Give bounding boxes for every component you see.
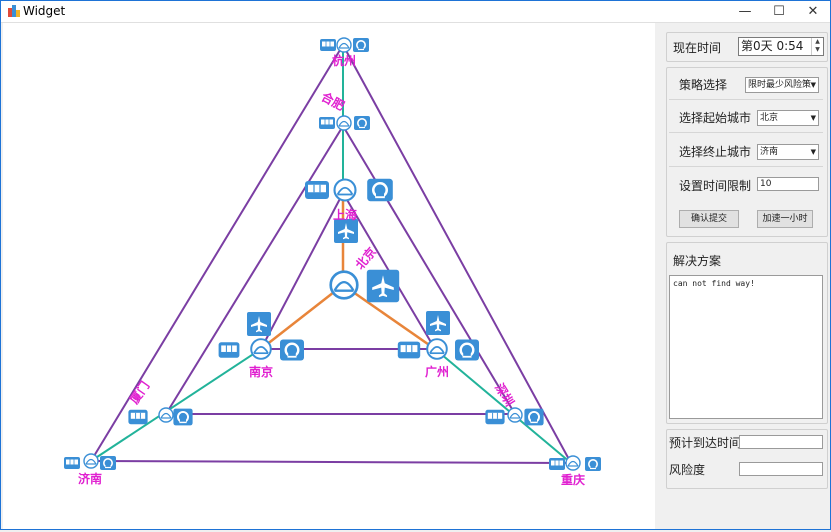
train-icon [523,407,545,427]
city-node-hefei[interactable]: 合肥 [318,89,371,131]
start-city-label: 选择起始城市 [679,111,752,125]
bus-icon [397,341,421,359]
confirm-button[interactable]: 确认提交 [679,210,739,228]
eta-field[interactable] [739,435,823,449]
city-node-hangzhou[interactable]: 杭州 [319,37,370,68]
plane-icon [426,311,450,335]
city-label-shanghai: 上海 [333,207,357,222]
city-label-chongqing: 重庆 [561,472,585,487]
close-button[interactable]: ✕ [796,1,830,22]
city-node-beijing[interactable]: 北京 [329,244,400,303]
strategy-value: 限时最少风险策 [748,80,812,90]
route-map: 杭州 合肥 上海 北京 南京 广州 厦门 深圳 济南 重庆 [63,37,602,487]
bus-icon [304,180,330,200]
start-city-value: 北京 [760,113,779,123]
eta-label: 预计到达时间 [669,436,742,450]
start-city-select[interactable]: 北京 ▼ [757,110,819,126]
city-label-hangzhou: 杭州 [332,53,356,68]
bus-icon [548,457,566,471]
plane-icon [366,269,400,303]
divider [669,166,823,167]
divider [669,132,823,133]
plane-icon [247,312,271,336]
risk-field[interactable] [739,462,823,476]
train-icon [352,37,370,53]
station-icon [565,455,581,471]
city-label-guangzhou: 广州 [425,364,449,379]
station-icon [426,338,448,360]
divider [669,99,823,100]
bus-icon [318,116,336,130]
current-time-label: 现在时间 [673,41,722,55]
station-icon [250,338,272,360]
city-label-shenzhen: 深圳 [492,380,517,408]
train-icon [584,456,602,472]
train-icon [365,177,395,203]
solution-label: 解决方案 [673,254,722,268]
chevron-down-icon: ▼ [810,114,816,122]
bus-icon [127,409,149,425]
station-icon [329,270,359,300]
station-icon [158,407,174,423]
city-node-guangzhou[interactable]: 广州 [397,311,481,379]
train-icon [99,455,117,471]
spin-arrows-icon[interactable]: ▲ ▼ [811,38,823,55]
current-time-spinbox[interactable]: 第0天 0:54 ▲ ▼ [738,37,824,56]
bus-icon [319,38,337,52]
station-icon [336,37,352,53]
title-bar: Widget — ☐ ✕ [1,1,830,23]
solution-group: 解决方案 can not find way! [666,242,828,424]
current-time-value: 第0天 0:54 [741,39,804,53]
end-city-label: 选择终止城市 [679,145,752,159]
middle-triangle-edges [165,125,516,415]
city-label-nanjing: 南京 [249,364,273,379]
window-title: Widget [23,4,66,18]
route-map-canvas: 杭州 合肥 上海 北京 南京 广州 厦门 深圳 济南 重庆 [3,23,655,529]
city-label-jinan: 济南 [78,471,102,486]
solution-textarea[interactable]: can not find way! [669,275,823,419]
settings-group: 策略选择 限时最少风险策 ▼ 选择起始城市 北京 ▼ 选择终止城市 济南 ▼ 设… [666,67,828,237]
train-icon [353,115,371,131]
time-limit-label: 设置时间限制 [679,179,752,193]
station-icon [507,407,523,423]
end-city-select[interactable]: 济南 ▼ [757,144,819,160]
chevron-down-icon: ▼ [810,148,816,156]
end-city-value: 济南 [760,147,779,157]
maximize-button[interactable]: ☐ [762,1,796,22]
bus-icon [484,409,506,425]
city-node-shanghai[interactable]: 上海 [304,177,395,243]
station-icon [336,115,352,131]
app-icon [8,5,20,17]
station-icon [83,453,99,469]
city-label-xiamen: 厦门 [126,378,152,406]
train-icon [453,338,481,362]
result-group: 预计到达时间 风险度 [666,429,828,489]
speedup-button[interactable]: 加速一小时 [757,210,813,228]
strategy-label: 策略选择 [679,78,728,92]
train-icon [172,407,194,427]
time-limit-input[interactable]: 10 [757,177,819,191]
train-icon [278,338,306,362]
city-node-chongqing[interactable]: 重庆 [548,455,602,487]
bus-icon [63,456,81,470]
risk-label: 风险度 [669,463,706,477]
station-icon [333,178,357,202]
bus-icon [218,341,240,359]
city-node-shenzhen[interactable]: 深圳 [484,380,545,427]
city-node-jinan[interactable]: 济南 [63,453,117,486]
strategy-select[interactable]: 限时最少风险策 ▼ [745,77,819,93]
time-group: 现在时间 第0天 0:54 ▲ ▼ [666,32,828,62]
plane-icon [334,219,358,243]
app-window: Widget — ☐ ✕ 杭州 合肥 上海 北京 南京 广州 厦门 深圳 济南 … [0,0,831,530]
chevron-down-icon: ▼ [810,81,816,89]
minimize-button[interactable]: — [728,1,762,22]
control-panel: 现在时间 第0天 0:54 ▲ ▼ 策略选择 限时最少风险策 ▼ 选择起始城市 北… [660,23,830,529]
